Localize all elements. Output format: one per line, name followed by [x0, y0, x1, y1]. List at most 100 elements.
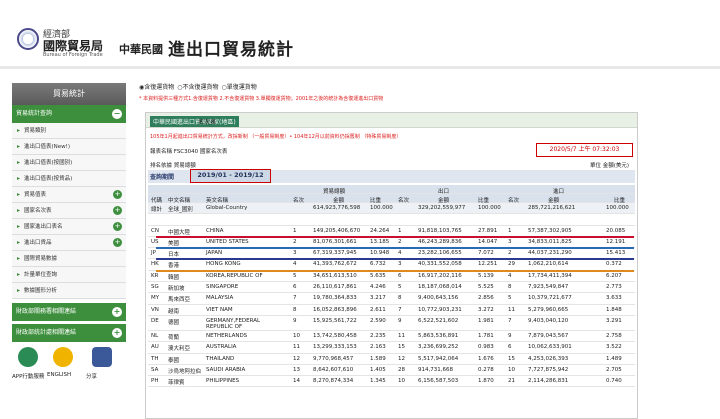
table-row[interactable]: PH 菲律賓 PHILIPPINES 14 8,270,874,334 1.345 10 6,… [148, 376, 635, 388]
cargo-type-radios[interactable]: ◉含復運貨物 ○不含復運貨物 ○單復運貨物 [139, 82, 639, 92]
table-cell: 2,114,286,831 [528, 378, 569, 385]
cargo-type-radio[interactable]: ○單復運貨物 [222, 84, 257, 91]
table-cell: 1.676 [478, 355, 494, 362]
table-row[interactable]: HK 香港 HONG KONG 4 41,393,762,672 6.732 3 40,331… [148, 259, 635, 272]
sidebar-section-label: 財政部關務署相關連結 [16, 308, 77, 315]
table-row[interactable]: KR 韓國 KOREA,REPUBLIC OF 5 34,651,613,510 5.63… [148, 271, 635, 283]
sidebar-section-statistics-links[interactable]: 財政部統計處相關連結 + [12, 324, 126, 342]
table-cell: 5.635 [370, 272, 386, 279]
table-cell: 13.185 [370, 238, 390, 245]
table-cell: DE [151, 317, 159, 324]
unit-label: 單位 金額(美元) [589, 163, 629, 169]
table-cell: 2 [398, 238, 402, 245]
sidebar-item[interactable]: 數據圖形分析 [12, 283, 126, 299]
facebook-share-icon[interactable] [92, 347, 112, 367]
table-cell: 8,270,874,334 [313, 378, 354, 385]
table-row[interactable]: DE 德國 GERMANY,FEDERAL REPUBLIC OF 9 15,925,5… [148, 316, 635, 331]
table-cell: 2.235 [370, 332, 386, 339]
expand-icon[interactable]: − [112, 109, 122, 119]
table-row[interactable]: CN 中國大陸 CHINA 1 149,205,406,670 24.264 1 91,818… [148, 226, 635, 238]
bureau-logo-icon[interactable] [17, 28, 39, 50]
table-cell: 21 [508, 378, 515, 385]
table-cell: 泰國 [168, 357, 180, 364]
table-cell: 41,393,762,672 [313, 261, 357, 268]
table-cell: 5 [508, 295, 512, 302]
table-cell: 9 [398, 317, 402, 324]
table-cell: 6.732 [370, 261, 386, 268]
table-row[interactable]: AU 澳大利亞 AUSTRALIA 11 13,299,333,153 2.163 15 3,… [148, 342, 635, 354]
table-cell: SAUDI ARABIA [206, 366, 246, 373]
table-cell: 3 [508, 238, 512, 245]
table-cell: 11 [508, 306, 515, 313]
cargo-note: * 本資料提供三種方式1.含復運貨物 2.不含復運貨物 3.單獨復運貨物；200… [139, 96, 384, 102]
table-cell: 7,879,043,567 [528, 332, 569, 339]
table-cell: 美國 [168, 240, 180, 247]
table-cell: Global-Country [206, 205, 248, 211]
table-cell: 1.489 [606, 355, 622, 362]
sidebar-item[interactable]: 進出口貨品+ [12, 235, 126, 251]
table-row[interactable]: US 美國 UNITED STATES 2 81,076,301,661 13.185 2 4… [148, 237, 635, 250]
cargo-type-radio[interactable]: ◉含復運貨物 [139, 84, 174, 91]
icon-label: ENGLISH [47, 372, 72, 378]
sidebar-item[interactable]: 貿易值表+ [12, 187, 126, 203]
table-cell: JP [151, 250, 156, 257]
table-row[interactable]: SA 沙烏地阿拉伯 SAUDI ARABIA 13 8,642,607,610 1.405… [148, 365, 635, 377]
title-roc: 中華民國 [119, 43, 163, 56]
sidebar-section-customs-links[interactable]: 財政部關務署相關連結 + [12, 303, 126, 321]
table-cell: 4 [293, 261, 297, 268]
table-cell: 6,156,587,503 [418, 378, 459, 385]
table-row[interactable]: MY 馬來西亞 MALAYSIA 7 19,780,364,833 3.217 8 9,400… [148, 293, 635, 305]
table-cell: 6 [398, 272, 402, 279]
table-cell: 91,818,103,765 [418, 227, 462, 234]
table-cell: 6,522,521,602 [418, 317, 459, 324]
sidebar-item[interactable]: 計量單位查詢 [12, 267, 126, 283]
sidebar-item[interactable]: 國家名次表+ [12, 203, 126, 219]
table-cell: US [151, 238, 159, 245]
sidebar-section-label: 貿易統計查詢 [16, 110, 53, 117]
table-cell: 11 [293, 344, 300, 351]
table-cell: 3.291 [606, 317, 622, 324]
sidebar-item[interactable]: 進出口值表(按國別) [12, 155, 126, 171]
table-row[interactable]: TH 泰國 THAILAND 12 9,770,968,457 1.589 12 5,517,… [148, 354, 635, 365]
table-cell: 2.758 [606, 332, 622, 339]
expand-icon[interactable]: + [112, 328, 122, 338]
app-icon[interactable] [18, 347, 38, 367]
table-cell: 12.251 [478, 261, 498, 268]
sidebar-item[interactable]: 進出口值表(按貨品) [12, 171, 126, 187]
table-cell: 14 [293, 378, 300, 385]
sidebar-section-trade-query[interactable]: 貿易統計查詢 − [12, 105, 126, 123]
table-row[interactable]: VN 越南 VIET NAM 8 16,052,863,896 2.611 7 10,772,… [148, 305, 635, 316]
table-row[interactable]: JP 日本 JAPAN 3 67,319,337,945 10.948 4 23,282,10… [148, 248, 635, 261]
table-cell: 沙烏地阿拉伯 [168, 368, 202, 375]
expand-icon[interactable]: + [113, 238, 122, 247]
table-cell: 澳大利亞 [168, 346, 191, 353]
expand-icon[interactable]: + [113, 206, 122, 215]
table-cell: 1.405 [370, 366, 386, 373]
table-cell: 19,780,364,833 [313, 295, 357, 302]
page-title: 進出口貿易統計 [168, 40, 294, 60]
logo-english-text: Bureau of Foreign Trade [43, 52, 103, 58]
table-cell: 2.773 [606, 284, 622, 291]
sidebar-item[interactable]: 國家進出口表名+ [12, 219, 126, 235]
expand-icon[interactable]: + [113, 222, 122, 231]
table-column-header: 代碼 中文名稱 英文名稱 名次 金額 比重 名次 金額 比重 名次 金額 比重 [148, 194, 635, 204]
table-cell: 越南 [168, 308, 180, 315]
expand-icon[interactable]: + [112, 307, 122, 317]
expand-icon[interactable]: + [113, 190, 122, 199]
table-cell: 1.589 [370, 355, 386, 362]
table-cell: VIET NAM [206, 306, 233, 313]
table-cell: 13,299,333,153 [313, 344, 357, 351]
table-cell: 1.781 [478, 332, 494, 339]
english-icon[interactable] [53, 347, 73, 367]
cargo-type-radio[interactable]: ○不含復運貨物 [177, 84, 218, 91]
sidebar-item-list: 貿易類別進出口值表(New!)進出口值表(按國別)進出口值表(按貨品)貿易值表+… [12, 123, 126, 299]
table-cell: 8,642,607,610 [313, 366, 354, 373]
sidebar-section-label: 財政部統計處相關連結 [16, 329, 77, 336]
sidebar-item[interactable]: 貿易類別 [12, 123, 126, 139]
sidebar-item[interactable]: 國際貿易數據 [12, 251, 126, 267]
table-row[interactable]: SG 新加坡 SINGAPORE 6 26,110,617,861 4.246 5 18,18… [148, 282, 635, 294]
sidebar-item[interactable]: 進出口值表(New!) [12, 139, 126, 155]
table-cell: 14.047 [478, 238, 498, 245]
table-row[interactable]: NL 荷蘭 NETHERLANDS 10 13,742,580,458 2.235 11 5,… [148, 331, 635, 343]
table-cell: 5 [398, 284, 402, 291]
